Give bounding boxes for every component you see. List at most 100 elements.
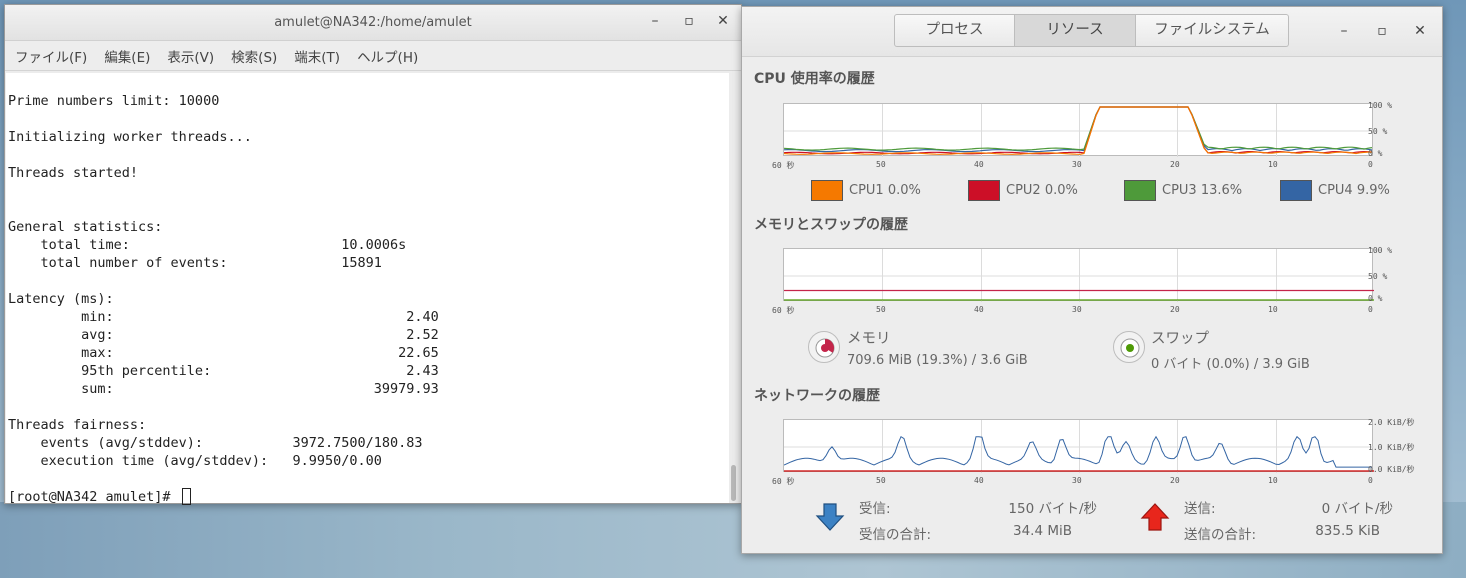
memory-value: 709.6 MiB (19.3%) / 3.6 GiB — [847, 353, 1028, 368]
x-tick: 20 — [1170, 160, 1180, 169]
upload-arrow-icon — [1140, 503, 1170, 531]
menu-view[interactable]: 表示(V) — [167, 46, 214, 66]
y-tick: 1.0 KiB/秒 — [1368, 443, 1415, 452]
terminal-line: Latency (ms): — [8, 291, 114, 307]
terminal-title: amulet@NA342:/home/amulet — [274, 15, 472, 30]
send-label: 送信: — [1184, 501, 1216, 517]
menu-edit[interactable]: 編集(E) — [104, 46, 150, 66]
memory-x-ticks: 60 秒 50 40 30 20 10 0 — [772, 305, 1373, 317]
terminal-line: Threads fairness: — [8, 417, 147, 433]
maximize-icon[interactable]: ▫ — [1374, 23, 1390, 39]
y-tick: 100 % — [1368, 246, 1393, 255]
terminal-scrollbar[interactable] — [729, 73, 739, 503]
x-tick: 0 — [1368, 476, 1373, 485]
terminal-line: Initializing worker threads... — [8, 129, 252, 145]
x-tick: 30 — [1072, 476, 1082, 485]
maximize-icon[interactable]: ▫ — [681, 13, 697, 29]
y-tick: 50 % — [1368, 272, 1388, 281]
memory-history-title: メモリとスワップの履歴 — [754, 217, 908, 233]
tab-filesystems[interactable]: ファイルシステム — [1136, 14, 1289, 47]
y-tick: 2.0 KiB/秒 — [1368, 418, 1415, 427]
terminal-window[interactable]: amulet@NA342:/home/amulet – ▫ ✕ ファイル(F) … — [4, 4, 742, 505]
recv-label: 受信: — [859, 501, 891, 517]
x-tick: 40 — [974, 160, 984, 169]
terminal-line: min: 2.40 — [8, 309, 439, 325]
x-tick: 60 秒 — [772, 306, 795, 315]
terminal-output[interactable]: Prime numbers limit: 10000 Initializing w… — [6, 73, 731, 505]
x-tick: 60 秒 — [772, 477, 795, 486]
monitor-headerbar[interactable]: プロセス リソース ファイルシステム – ▫ ✕ — [742, 7, 1442, 57]
send-total-label: 送信の合計: — [1184, 527, 1257, 543]
tab-resources[interactable]: リソース — [1015, 14, 1136, 47]
terminal-line: max: 22.65 — [8, 345, 439, 361]
swap-pie-icon[interactable] — [1113, 331, 1145, 363]
cpu2-color-swatch[interactable] — [968, 180, 1000, 201]
minimize-icon[interactable]: – — [1336, 23, 1352, 39]
system-monitor-window[interactable]: プロセス リソース ファイルシステム – ▫ ✕ CPU 使用率の履歴 100 … — [741, 6, 1443, 554]
memory-pie-icon[interactable] — [808, 331, 840, 363]
memory-label: メモリ — [847, 331, 891, 347]
minimize-icon[interactable]: – — [647, 13, 663, 29]
cpu3-label: CPU3 13.6% — [1162, 183, 1243, 198]
swap-label: スワップ — [1151, 331, 1209, 347]
x-tick: 20 — [1170, 476, 1180, 485]
cpu4-color-swatch[interactable] — [1280, 180, 1312, 201]
download-arrow-icon — [815, 503, 845, 531]
cpu1-label: CPU1 0.0% — [849, 183, 921, 198]
menu-search[interactable]: 検索(S) — [231, 46, 277, 66]
view-switcher: プロセス リソース ファイルシステム — [894, 14, 1289, 47]
terminal-line: Threads started! — [8, 165, 139, 181]
cpu1-legend[interactable]: CPU1 0.0% — [811, 180, 921, 201]
terminal-line: Prime numbers limit: 10000 — [8, 93, 220, 109]
cpu-graph — [783, 103, 1374, 157]
x-tick: 10 — [1268, 160, 1278, 169]
terminal-line: events (avg/stddev): 3972.7500/180.83 — [8, 435, 423, 451]
cpu2-series-line — [784, 106, 1373, 155]
tab-processes[interactable]: プロセス — [894, 14, 1015, 47]
x-tick: 20 — [1170, 305, 1180, 314]
cpu3-legend[interactable]: CPU3 13.6% — [1124, 180, 1242, 201]
x-tick: 60 秒 — [772, 161, 795, 170]
network-summary: 受信: 150 バイト/秒 受信の合計: 34.4 MiB 送信: 0 バイト/… — [742, 497, 1442, 547]
terminal-line: avg: 2.52 — [8, 327, 439, 343]
network-x-ticks: 60 秒 50 40 30 20 10 0 — [772, 476, 1373, 488]
terminal-menubar: ファイル(F) 編集(E) 表示(V) 検索(S) 端末(T) ヘルプ(H) — [5, 41, 741, 71]
close-icon[interactable]: ✕ — [715, 13, 731, 29]
cpu2-legend[interactable]: CPU2 0.0% — [968, 180, 1078, 201]
x-tick: 10 — [1268, 305, 1278, 314]
send-total: 835.5 KiB — [1315, 523, 1380, 539]
scroll-thumb[interactable] — [731, 465, 736, 501]
y-tick: 0 % — [1368, 294, 1383, 303]
x-tick: 0 — [1368, 305, 1373, 314]
memory-summary: メモリ 709.6 MiB (19.3%) / 3.6 GiB スワップ 0 バ… — [742, 325, 1442, 373]
cpu-history-title: CPU 使用率の履歴 — [754, 71, 875, 87]
recv-total-label: 受信の合計: — [859, 527, 932, 543]
network-graph — [783, 419, 1374, 473]
x-tick: 40 — [974, 305, 984, 314]
cpu3-series-line — [784, 106, 1373, 151]
cpu4-series-line — [784, 106, 1373, 153]
y-tick: 50 % — [1368, 127, 1388, 136]
menu-help[interactable]: ヘルプ(H) — [357, 46, 418, 66]
x-tick: 40 — [974, 476, 984, 485]
cpu4-legend[interactable]: CPU4 9.9% — [1280, 180, 1390, 201]
terminal-line: total number of events: 15891 — [8, 255, 382, 271]
y-tick: 0.0 KiB/秒 — [1368, 465, 1415, 474]
cpu1-color-swatch[interactable] — [811, 180, 843, 201]
cpu3-color-swatch[interactable] — [1124, 180, 1156, 201]
menu-terminal[interactable]: 端末(T) — [294, 46, 340, 66]
network-history-title: ネットワークの履歴 — [754, 388, 880, 404]
cpu-x-ticks: 60 秒 50 40 30 20 10 0 — [772, 160, 1373, 172]
terminal-line: sum: 39979.93 — [8, 381, 439, 397]
recv-total: 34.4 MiB — [1012, 523, 1072, 539]
menu-file[interactable]: ファイル(F) — [15, 46, 87, 66]
cpu2-label: CPU2 0.0% — [1006, 183, 1078, 198]
terminal-titlebar[interactable]: amulet@NA342:/home/amulet – ▫ ✕ — [5, 5, 741, 41]
terminal-line: 95th percentile: 2.43 — [8, 363, 439, 379]
x-tick: 0 — [1368, 160, 1373, 169]
x-tick: 50 — [876, 305, 886, 314]
terminal-line: General statistics: — [8, 219, 163, 235]
close-icon[interactable]: ✕ — [1412, 23, 1428, 39]
terminal-line: execution time (avg/stddev): 9.9950/0.00 — [8, 453, 382, 469]
swap-value: 0 バイト (0.0%) / 3.9 GiB — [1151, 357, 1310, 372]
